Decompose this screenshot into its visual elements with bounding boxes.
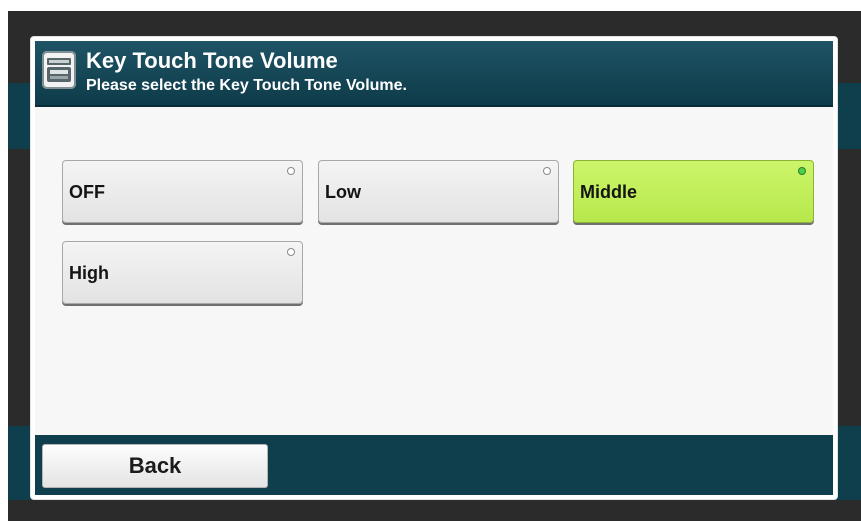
option-label: OFF: [69, 182, 105, 202]
volume-dialog: Key Touch Tone Volume Please select the …: [31, 37, 837, 499]
option-middle-button[interactable]: Middle: [573, 160, 814, 223]
radio-indicator-icon: [287, 248, 295, 256]
device-screen: Key Touch Tone Volume Please select the …: [8, 11, 861, 521]
title-bar: Key Touch Tone Volume Please select the …: [35, 41, 833, 107]
option-label: Middle: [580, 182, 637, 202]
option-high-button[interactable]: High: [62, 241, 303, 304]
option-label: High: [69, 263, 109, 283]
option-label: Low: [325, 182, 361, 202]
radio-indicator-icon: [287, 167, 295, 175]
radio-indicator-selected-icon: [798, 167, 806, 175]
back-button[interactable]: Back: [42, 444, 268, 488]
footer-bar: Back: [35, 435, 833, 495]
option-off-button[interactable]: OFF: [62, 160, 303, 223]
dialog-body: Key Touch Tone Volume Please select the …: [35, 41, 833, 495]
radio-indicator-icon: [543, 167, 551, 175]
dialog-title: Key Touch Tone Volume: [86, 48, 338, 73]
option-low-button[interactable]: Low: [318, 160, 559, 223]
dialog-subtitle: Please select the Key Touch Tone Volume.: [86, 77, 407, 94]
printer-panel-icon: [42, 51, 76, 89]
